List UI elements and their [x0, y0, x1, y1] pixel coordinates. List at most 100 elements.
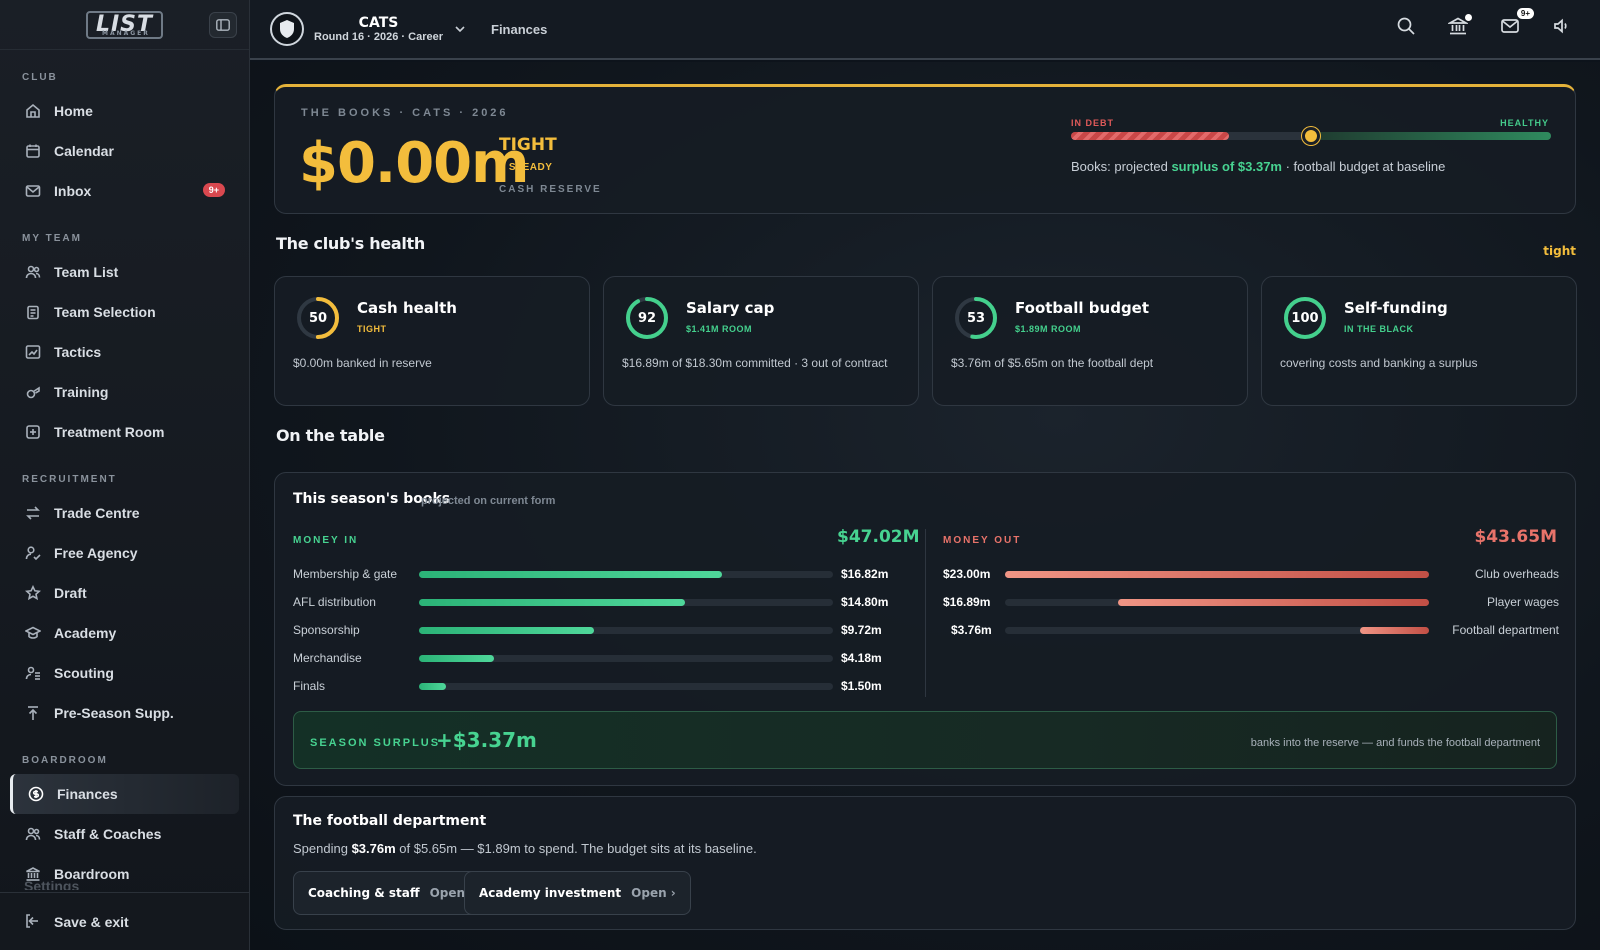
sidebar-item-team-selection[interactable]: Team Selection — [0, 292, 249, 332]
football-department-card: The football department Spending $3.76m … — [274, 796, 1576, 930]
card-tag: $1.89M ROOM — [1015, 324, 1082, 334]
sidebar-item-label: Trade Centre — [54, 505, 140, 521]
search-icon — [1397, 17, 1415, 35]
coaching-staff-button[interactable]: Coaching & staff Open › — [293, 871, 490, 915]
sidebar-item-label: Treatment Room — [54, 424, 165, 440]
row-label: Player wages — [1486, 595, 1559, 609]
team-name: CATS — [358, 15, 399, 31]
health-card-salary-cap[interactable]: 92 Salary cap $1.41M ROOM $16.89m of $18… — [603, 276, 919, 406]
sidebar-item-label: Team List — [54, 264, 119, 280]
sidebar-item-label: Home — [54, 103, 93, 119]
column-divider — [925, 529, 926, 697]
health-card-football-budget[interactable]: 53 Football budget $1.89M ROOM $3.76m of… — [932, 276, 1248, 406]
sidebar-item-finances[interactable]: Finances — [10, 774, 239, 814]
breadcrumb: Finances — [491, 21, 548, 37]
inbox-badge: 9+ — [202, 183, 225, 197]
surplus-value: +$3.37m — [436, 728, 537, 752]
season-books-card: This season's books projected on current… — [274, 472, 1576, 786]
sidebar-item-label: Pre-Season Supp. — [54, 705, 174, 721]
row-label: Merchandise — [293, 651, 362, 665]
chart-icon — [24, 343, 42, 361]
row-amount: $16.89m — [943, 595, 991, 609]
top-bar: CATS Round 16 · 2026 · Career Finances 9… — [250, 0, 1600, 60]
health-card-self-funding[interactable]: 100 Self-funding IN THE BLACK covering c… — [1261, 276, 1577, 406]
search-button[interactable] — [1396, 16, 1420, 40]
main-content: THE BOOKS · CATS · 2026 $0.00m TIGHT ● S… — [250, 62, 1600, 950]
card-title: Self-funding — [1344, 299, 1448, 317]
sidebar-item-trade-centre[interactable]: Trade Centre — [0, 493, 249, 533]
inbox-button[interactable]: 9+ — [1500, 8, 1534, 40]
top-actions: 9+ — [1396, 8, 1576, 40]
sidebar-item-home[interactable]: Home — [0, 91, 249, 131]
sidebar-item-scouting[interactable]: Scouting — [0, 653, 249, 693]
section-club: CLUB — [22, 72, 58, 83]
chevron-down-icon[interactable] — [453, 22, 467, 36]
dept-summary: Spending $3.76m of $5.65m — $1.89m to sp… — [293, 841, 757, 856]
row-track — [1005, 571, 1429, 578]
sidebar-item-free-agency[interactable]: Free Agency — [0, 533, 249, 573]
user-check-icon — [24, 544, 42, 562]
sidebar-item-settings-partial[interactable]: Settings — [24, 878, 79, 890]
sidebar-item-training[interactable]: Training — [0, 372, 249, 412]
money-out-total: $43.65M — [1474, 527, 1557, 547]
income-bar — [419, 571, 722, 578]
sidebar-item-academy[interactable]: Academy — [0, 613, 249, 653]
sidebar-nav: CLUB Home Calendar Inbox 9+ MY TEAM Team… — [0, 72, 249, 894]
row-label: Membership & gate — [293, 567, 398, 581]
sidebar-item-tactics[interactable]: Tactics — [0, 332, 249, 372]
whistle-icon — [24, 383, 42, 401]
open-link: Open › — [631, 886, 676, 900]
row-track — [419, 627, 833, 634]
row-label: AFL distribution — [293, 595, 376, 609]
sidebar-item-draft[interactable]: Draft — [0, 573, 249, 613]
save-exit-label: Save & exit — [54, 913, 129, 930]
sidebar-item-inbox[interactable]: Inbox 9+ — [0, 171, 249, 211]
sidebar-item-label: Staff & Coaches — [54, 826, 162, 842]
dept-title: The football department — [293, 813, 487, 829]
health-card-cash[interactable]: 50 Cash health TIGHT $0.00m banked in re… — [274, 276, 590, 406]
app-logo: LIST MANAGER — [85, 10, 164, 39]
save-exit-button[interactable]: Save & exit — [0, 892, 249, 950]
sidebar: LIST MANAGER CLUB Home Calendar Inbox 9+… — [0, 0, 250, 950]
button-label: Coaching & staff — [308, 886, 420, 900]
sidebar-item-label: Inbox — [54, 183, 92, 199]
books-hero-card: THE BOOKS · CATS · 2026 $0.00m TIGHT ● S… — [274, 84, 1576, 214]
mail-icon — [1501, 19, 1519, 33]
meter-healthy-zone — [1311, 132, 1551, 140]
sidebar-item-team-list[interactable]: Team List — [0, 252, 249, 292]
money-out-row: $23.00m Club overheads — [943, 565, 1559, 585]
sidebar-item-pre-season-supp[interactable]: Pre-Season Supp. — [0, 693, 249, 733]
sidebar-item-calendar[interactable]: Calendar — [0, 131, 249, 171]
calendar-icon — [24, 142, 42, 160]
boardroom-button[interactable] — [1446, 14, 1472, 40]
shield-icon — [280, 20, 294, 38]
health-status-tag: tight — [1543, 244, 1576, 258]
row-track — [1005, 599, 1429, 606]
team-switcher[interactable]: CATS Round 16 · 2026 · Career — [314, 15, 443, 43]
row-label: Sponsorship — [293, 623, 360, 637]
health-section-title: The club's health — [276, 234, 425, 253]
sidebar-item-label: Team Selection — [54, 304, 156, 320]
money-in-row: Finals $1.50m — [293, 677, 893, 697]
money-in-row: Sponsorship $9.72m — [293, 621, 893, 641]
notification-dot — [1465, 14, 1472, 21]
academy-investment-button[interactable]: Academy investment Open › — [464, 871, 691, 915]
expense-bar — [1359, 627, 1429, 634]
graduation-icon — [24, 624, 42, 642]
collapse-sidebar-button[interactable] — [209, 12, 237, 38]
expense-bar — [1005, 571, 1429, 578]
clipboard-icon — [24, 303, 42, 321]
sidebar-item-label: Free Agency — [54, 545, 138, 561]
row-amount: $3.76m — [951, 623, 992, 637]
cash-reserve-amount: $0.00m — [299, 131, 529, 196]
card-tag: IN THE BLACK — [1344, 324, 1414, 334]
sidebar-item-treatment-room[interactable]: Treatment Room — [0, 412, 249, 452]
sound-button[interactable] — [1552, 16, 1576, 40]
mail-badge: 9+ — [1516, 8, 1534, 19]
meter-label-healthy: HEALTHY — [1500, 118, 1549, 128]
sidebar-item-staff-coaches[interactable]: Staff & Coaches — [0, 814, 249, 854]
money-in-row: Membership & gate $16.82m — [293, 565, 893, 585]
row-amount: $1.50m — [841, 679, 882, 693]
card-title: Football budget — [1015, 299, 1150, 317]
money-in-row: AFL distribution $14.80m — [293, 593, 893, 613]
